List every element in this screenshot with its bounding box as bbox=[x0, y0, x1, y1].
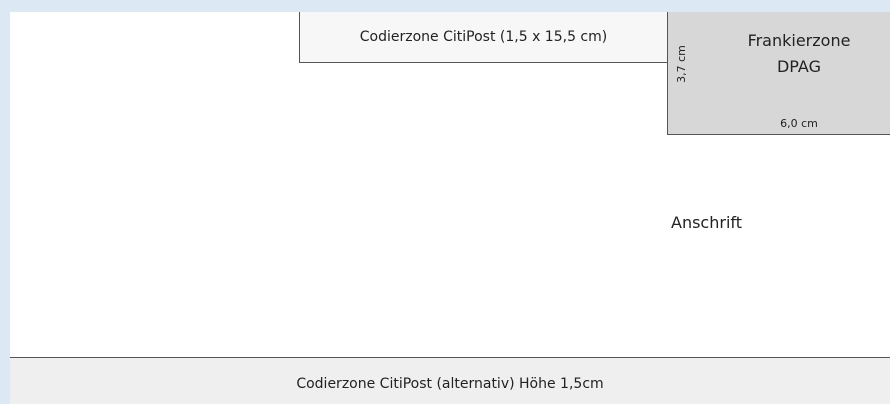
franking-zone: Frankierzone DPAG 3,7 cm 6,0 cm bbox=[667, 12, 890, 135]
coding-zone-bottom: Codierzone CitiPost (alternativ) Höhe 1,… bbox=[10, 357, 890, 404]
franking-width-dimension: 6,0 cm bbox=[780, 117, 818, 130]
coding-zone-top-label: Codierzone CitiPost (1,5 x 15,5 cm) bbox=[359, 29, 608, 45]
coding-zone-bottom-label: Codierzone CitiPost (alternativ) Höhe 1,… bbox=[296, 376, 604, 392]
envelope-layout: Codierzone CitiPost (1,5 x 15,5 cm) Fran… bbox=[10, 12, 890, 404]
franking-height-dimension: 3,7 cm bbox=[675, 45, 688, 83]
address-zone-label: Anschrift bbox=[671, 213, 743, 232]
franking-zone-label: Frankierzone bbox=[747, 31, 851, 50]
coding-zone-top: Codierzone CitiPost (1,5 x 15,5 cm) bbox=[299, 12, 667, 63]
franking-zone-title: Frankierzone DPAG bbox=[708, 28, 890, 80]
franking-zone-carrier: DPAG bbox=[776, 57, 821, 76]
